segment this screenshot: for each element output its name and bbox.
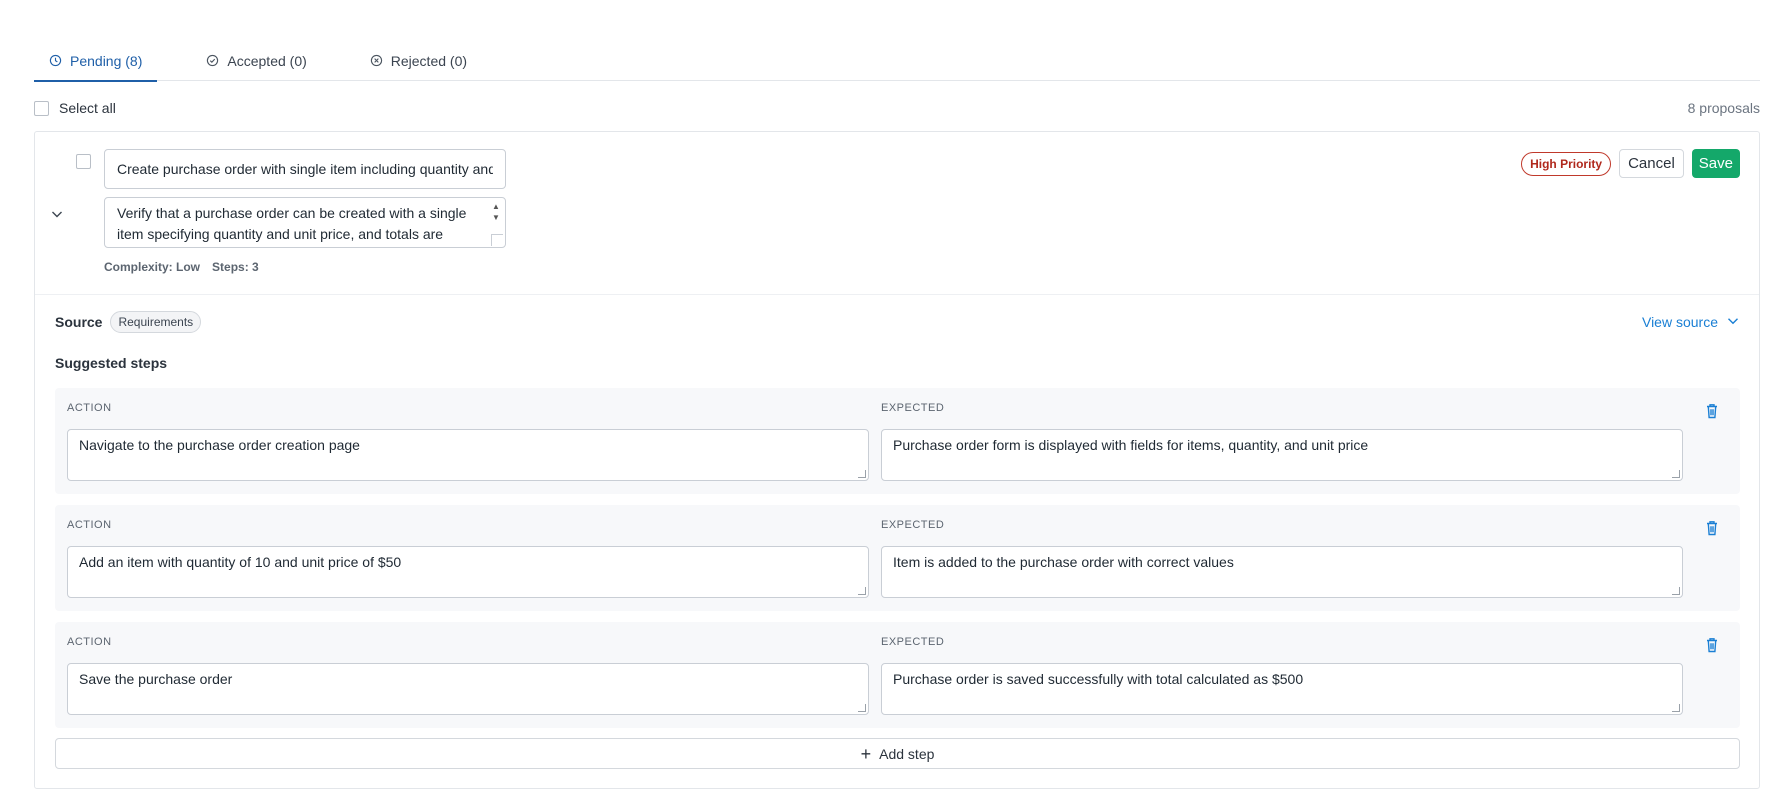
proposal-count: 8 proposals	[1687, 100, 1760, 116]
step-expected-field[interactable]: Purchase order is saved successfully wit…	[881, 663, 1683, 715]
x-circle-icon	[370, 54, 383, 67]
add-step-label: Add step	[879, 745, 935, 762]
select-all-checkbox[interactable]	[34, 100, 49, 116]
proposal-checkbox[interactable]	[76, 154, 91, 169]
tab-rejected[interactable]: Rejected (0)	[355, 40, 482, 81]
tab-pending-label: Pending (8)	[70, 52, 143, 69]
step-row: ACTION EXPECTED Add an item with quantit…	[55, 505, 1740, 611]
status-tabs: Pending (8) Accepted (0) Rejected (0)	[34, 40, 1760, 82]
expected-header: EXPECTED	[881, 519, 945, 531]
step-row: ACTION EXPECTED Save the purchase order …	[55, 622, 1740, 728]
resize-handle[interactable]	[491, 234, 503, 246]
step-expected-text: Purchase order is saved successfully wit…	[893, 671, 1304, 687]
source-info: Source Requirements	[55, 311, 202, 333]
action-header: ACTION	[67, 636, 112, 648]
scroll-down-icon[interactable]: ▼	[492, 213, 500, 222]
resize-handle[interactable]	[1672, 587, 1680, 595]
proposals-page: Pending (8) Accepted (0) Rejected (0) Se…	[0, 0, 1792, 794]
proposal-meta: Complexity: Low Steps: 3	[104, 260, 259, 274]
step-action-field[interactable]: Navigate to the purchase order creation …	[67, 429, 869, 481]
select-all-label: Select all	[59, 100, 116, 116]
select-all-row: Select all 8 proposals	[34, 97, 1760, 119]
proposal-card: Verify that a purchase order can be crea…	[34, 131, 1760, 789]
source-label: Source	[55, 314, 103, 330]
view-source-link[interactable]: View source	[1642, 314, 1740, 331]
suggested-steps-title: Suggested steps	[55, 355, 168, 371]
priority-badge: High Priority	[1521, 151, 1612, 176]
view-source-label: View source	[1641, 314, 1718, 330]
resize-handle[interactable]	[858, 470, 866, 478]
action-header: ACTION	[67, 519, 112, 531]
complexity-label: Complexity: Low	[104, 260, 201, 274]
scroll-up-icon[interactable]: ▲	[492, 202, 500, 211]
trash-icon[interactable]	[1704, 402, 1720, 420]
proposal-title-input[interactable]	[104, 149, 506, 189]
source-badge: Requirements	[110, 311, 202, 333]
plus-icon: +	[860, 743, 872, 764]
resize-handle[interactable]	[1672, 704, 1680, 712]
step-action-text: Navigate to the purchase order creation …	[79, 437, 360, 453]
save-button[interactable]: Save	[1691, 149, 1740, 178]
step-expected-field[interactable]: Purchase order form is displayed with fi…	[881, 429, 1683, 481]
step-action-text: Save the purchase order	[79, 671, 233, 687]
proposal-description-text: Verify that a purchase order can be crea…	[117, 205, 467, 242]
trash-icon[interactable]	[1704, 519, 1720, 537]
clock-icon	[49, 54, 62, 67]
check-circle-icon	[206, 54, 219, 67]
expected-header: EXPECTED	[881, 636, 945, 648]
source-row: Source Requirements View source	[55, 310, 1740, 334]
chevron-down-icon[interactable]	[49, 206, 65, 222]
step-row: ACTION EXPECTED Navigate to the purchase…	[55, 388, 1740, 494]
proposal-header: Verify that a purchase order can be crea…	[35, 132, 1759, 295]
add-step-button[interactable]: + Add step	[55, 738, 1740, 769]
tab-rejected-label: Rejected (0)	[390, 52, 468, 69]
chevron-down-icon	[1726, 314, 1740, 331]
resize-handle[interactable]	[1672, 470, 1680, 478]
resize-handle[interactable]	[858, 587, 866, 595]
trash-icon[interactable]	[1704, 636, 1720, 654]
steps-count-label: Steps: 3	[212, 260, 259, 274]
proposal-actions: High Priority Cancel Save	[1521, 149, 1740, 178]
step-action-field[interactable]: Save the purchase order	[67, 663, 869, 715]
action-header: ACTION	[67, 402, 112, 414]
tab-pending[interactable]: Pending (8)	[34, 40, 158, 82]
step-expected-text: Item is added to the purchase order with…	[893, 554, 1234, 570]
tab-accepted[interactable]: Accepted (0)	[191, 40, 321, 81]
resize-handle[interactable]	[858, 704, 866, 712]
expected-header: EXPECTED	[881, 402, 945, 414]
select-all-control[interactable]: Select all	[34, 100, 116, 116]
step-expected-field[interactable]: Item is added to the purchase order with…	[881, 546, 1683, 598]
step-expected-text: Purchase order form is displayed with fi…	[893, 437, 1369, 453]
tab-accepted-label: Accepted (0)	[227, 52, 307, 69]
cancel-button[interactable]: Cancel	[1619, 149, 1684, 178]
proposal-description-field[interactable]: Verify that a purchase order can be crea…	[104, 197, 506, 248]
step-action-field[interactable]: Add an item with quantity of 10 and unit…	[67, 546, 869, 598]
step-action-text: Add an item with quantity of 10 and unit…	[79, 554, 402, 570]
